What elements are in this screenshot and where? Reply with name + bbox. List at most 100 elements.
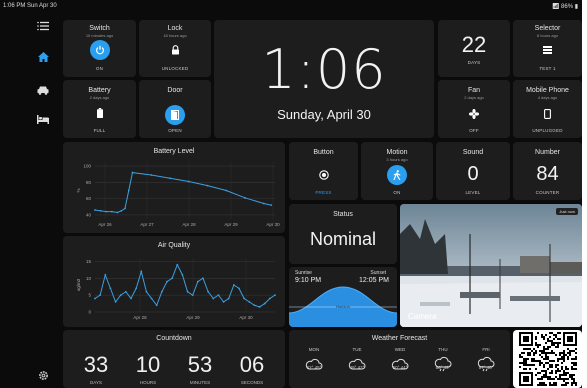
sound-tile: Sound 0 LEVEL <box>436 142 510 200</box>
sidebar <box>0 13 58 388</box>
sound-label: LEVEL <box>465 190 481 195</box>
motion-subtitle: 3 hours ago <box>386 157 408 162</box>
data-point <box>232 284 235 286</box>
selector-tile[interactable]: Selector 8 hours ago TEST 1 <box>513 20 582 77</box>
door-tile: Door OPEN <box>139 80 211 138</box>
horizon-label: Horizon <box>336 304 350 309</box>
camera-badge: Just now <box>556 208 578 215</box>
lock-icon[interactable] <box>165 40 185 60</box>
y-axis-label: ug/m3 <box>76 278 81 291</box>
countdown-title: Countdown <box>156 335 192 342</box>
fan-icon[interactable] <box>464 104 484 124</box>
data-point <box>124 207 126 210</box>
car-icon[interactable] <box>36 84 50 96</box>
power-icon[interactable] <box>89 40 110 60</box>
switch-subtitle: 10 minutes ago <box>85 33 114 38</box>
x-tick-label: Apr 28 <box>182 222 196 227</box>
button-tile[interactable]: Button PRESS <box>289 142 358 200</box>
cloud-icon <box>348 358 366 370</box>
door-icon <box>165 105 185 125</box>
fan-tile[interactable]: Fan 2 days ago OFF <box>438 80 510 138</box>
data-point <box>131 171 134 174</box>
data-point <box>150 174 153 176</box>
fan-state: OFF <box>469 128 479 133</box>
data-point <box>253 304 256 307</box>
qr-code <box>513 330 582 388</box>
data-point <box>274 294 276 297</box>
y-tick-label: 5 <box>88 293 91 298</box>
data-point <box>212 297 215 300</box>
data-point <box>124 290 127 293</box>
rain-cloud-icon <box>434 356 452 372</box>
data-point <box>181 273 184 276</box>
clock-time: 1:06 <box>261 38 387 101</box>
data-point <box>130 297 132 300</box>
series-line <box>94 172 272 214</box>
settings-icon[interactable] <box>36 369 50 381</box>
radio-button-icon[interactable] <box>314 165 334 185</box>
data-point <box>135 287 138 290</box>
door-state: OPEN <box>168 128 182 133</box>
selector-title: Selector <box>534 25 561 32</box>
home-icon[interactable] <box>36 51 50 63</box>
data-point <box>105 210 108 213</box>
data-point <box>160 290 163 293</box>
weather-icons <box>305 356 495 372</box>
switch-tile[interactable]: Switch 10 minutes ago ON <box>63 20 136 77</box>
data-point <box>225 189 228 192</box>
data-point <box>169 177 171 180</box>
data-point <box>99 209 102 212</box>
rain-cloud-icon <box>477 356 495 372</box>
motion-state: ON <box>393 190 401 195</box>
lock-tile[interactable]: Lock 18 hours ago UNLOCKED <box>139 20 211 77</box>
data-point <box>127 189 130 192</box>
data-point <box>244 196 246 199</box>
data-point <box>104 273 107 276</box>
days-tile: 22 DAYS <box>438 20 510 77</box>
y-tick-label: 80 <box>86 180 92 185</box>
fan-title: Fan <box>467 87 481 94</box>
data-point <box>171 277 174 280</box>
dashboard-frame: 1:06 PM Sun Apr 30 📶︎ 86% ▮ Switch 10 mi… <box>0 0 582 388</box>
data-point <box>110 210 113 213</box>
battery-title: Battery <box>88 87 111 94</box>
data-point <box>186 290 189 293</box>
status-battery: 📶︎ 86% ▮ <box>551 4 578 10</box>
data-point <box>207 290 210 293</box>
data-point <box>238 287 240 290</box>
status-time-date: 1:06 PM Sun Apr 30 <box>3 3 57 9</box>
menu-icon[interactable] <box>36 20 50 32</box>
button-title: Button <box>313 149 334 156</box>
mobile-subtitle: 4 days ago <box>537 95 558 100</box>
data-point <box>206 184 209 187</box>
number-value: 84 <box>536 163 559 185</box>
status-tile: Status Nominal <box>289 204 397 264</box>
data-point <box>262 202 265 205</box>
air-quality-chart: 0 5 10 15 Apr 28 Apr 29 Apr 30 ug/m3 <box>76 258 276 320</box>
data-point <box>150 297 153 300</box>
x-tick-label: Apr 28 <box>133 315 147 320</box>
data-point <box>202 277 204 280</box>
phone-icon <box>538 104 558 124</box>
data-point <box>191 294 194 297</box>
list-icon[interactable] <box>538 40 558 60</box>
selector-subtitle: 8 hours ago <box>536 33 559 38</box>
camera-image <box>400 204 582 327</box>
number-label: COUNTER <box>535 190 560 195</box>
data-point <box>248 300 251 303</box>
y-tick-label: 0 <box>88 310 91 315</box>
switch-state: ON <box>95 66 104 71</box>
selector-state: TEST 1 <box>539 66 556 71</box>
qr-code-graphic <box>519 332 577 386</box>
data-point <box>243 297 246 300</box>
x-tick-label: Apr 29 <box>186 315 200 320</box>
data-point <box>155 304 158 307</box>
camera-feed[interactable]: Just now Camera <box>400 204 582 327</box>
mobile-phone-tile: Mobile Phone 4 days ago UNPLUGGED <box>513 80 582 138</box>
battery-subtitle: 2 days ago <box>89 95 110 100</box>
bed-icon[interactable] <box>36 113 50 125</box>
x-tick-label: Apr 30 <box>266 222 280 227</box>
battery-level-chart: 40 60 80 100 Apr 26 Apr 27 Apr 28 Apr 29 Apr 30% <box>76 162 280 227</box>
battery-state: FULL <box>93 128 106 133</box>
air-quality-chart-card: Air Quality 0 5 10 15 Apr 28 Apr 29 Apr 30 ug/m… <box>63 236 285 327</box>
